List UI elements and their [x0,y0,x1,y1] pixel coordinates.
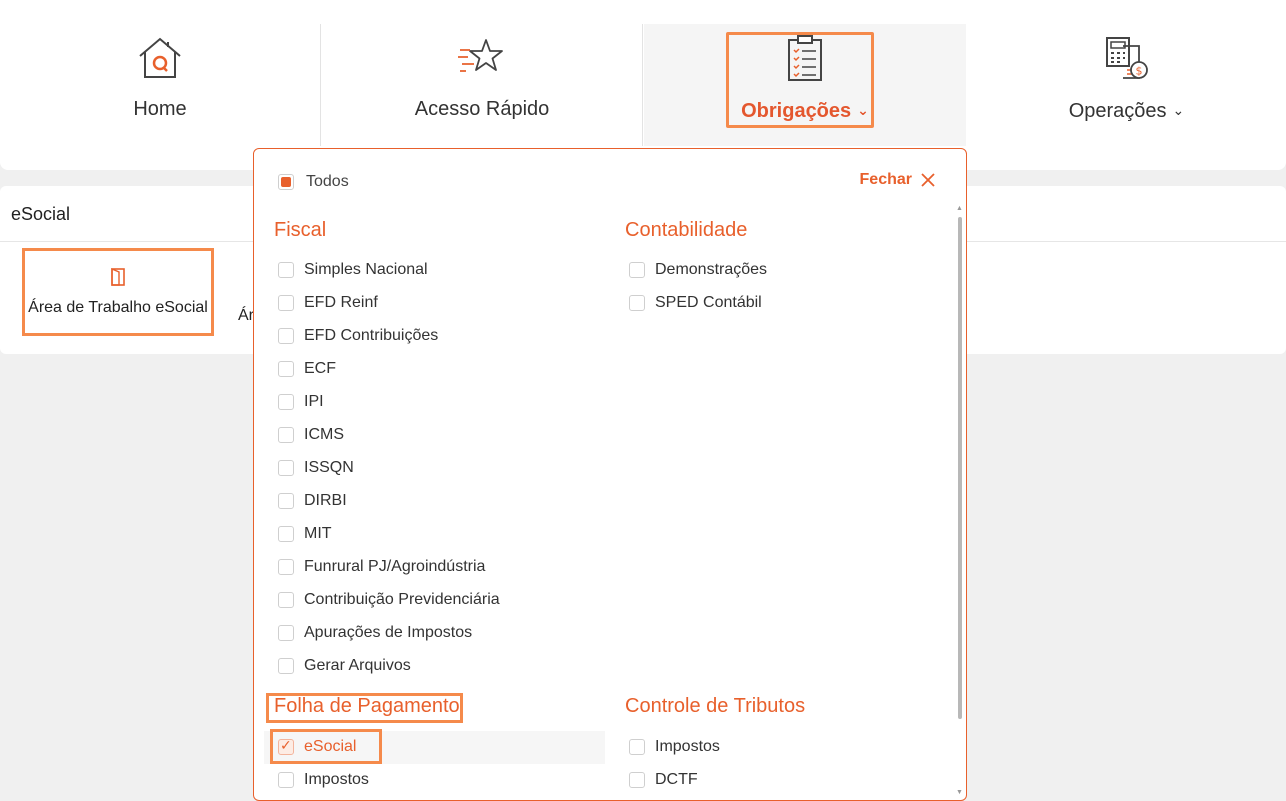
list-item[interactable]: MIT [278,522,332,546]
item-label: DIRBI [304,492,347,509]
item-label: ISSQN [304,459,354,476]
door-icon [111,267,125,286]
scrollbar[interactable]: ▲ ▼ [956,205,963,796]
second-card-label[interactable]: Ár [238,307,254,325]
item-label: Contribuição Previdenciária [304,591,500,608]
list-item[interactable]: DIRBI [278,489,347,513]
section-contabilidade: Contabilidade [625,219,748,241]
list-item[interactable]: Funrural PJ/Agroindústria [278,555,485,579]
nav-operacoes-text: Operações [1068,100,1167,122]
checkbox[interactable] [278,427,294,443]
checkbox[interactable] [278,295,294,311]
home-icon [139,37,181,78]
scroll-up-icon[interactable]: ▲ [956,205,963,212]
checkbox[interactable] [278,658,294,674]
obrigacoes-dropdown: Todos Fechar Fiscal Simples Nacional EFD… [253,148,967,801]
nav-operacoes-label: Operações ⌄ [1069,100,1185,123]
close-label: Fechar [859,171,912,188]
checkbox[interactable] [629,262,645,278]
list-item[interactable]: Impostos [278,768,369,792]
list-item[interactable]: DCTF [629,768,698,792]
checkbox[interactable] [278,361,294,377]
checkbox[interactable] [278,526,294,542]
list-item[interactable]: Gerar Arquivos [278,654,411,678]
item-label: SPED Contábil [655,294,762,311]
item-label: Demonstrações [655,261,768,278]
item-label: Funrural PJ/Agroindústria [304,558,486,575]
item-label: Impostos [304,771,369,788]
nav-acesso-rapido-label: Acesso Rápido [414,98,550,120]
list-item[interactable]: EFD Contribuições [278,324,438,348]
item-label: Gerar Arquivos [304,657,411,674]
todos-label: Todos [306,173,349,190]
checkbox[interactable] [278,559,294,575]
item-label: Simples Nacional [304,261,428,278]
highlight-obrigacoes [726,32,874,128]
checkbox[interactable] [278,625,294,641]
highlight-esocial [270,729,382,764]
list-item[interactable]: Contribuição Previdenciária [278,588,500,612]
section-controle-de-tributos: Controle de Tributos [625,695,806,717]
top-navigation: Home Acesso Rápido Obrigações ⌄ $ Operaç… [0,0,1286,170]
item-label: EFD Reinf [304,294,378,311]
item-label: EFD Contribuições [304,327,439,344]
card-label: Área de Trabalho eSocial [28,299,208,316]
panel-title: eSocial [11,204,71,224]
list-item[interactable]: ECF [278,357,336,381]
scroll-down-icon[interactable]: ▼ [956,789,963,796]
item-label: IPI [304,393,324,410]
item-label: ECF [304,360,336,377]
item-label: Impostos [655,738,720,755]
checkbox[interactable] [278,262,294,278]
nav-acesso-rapido[interactable]: Acesso Rápido [322,24,643,146]
checkbox[interactable] [278,328,294,344]
checkbox[interactable] [278,460,294,476]
checkbox[interactable] [629,772,645,788]
item-label: DCTF [655,771,698,788]
checkbox[interactable] [278,493,294,509]
close-button[interactable]: Fechar [860,171,936,189]
list-item[interactable]: Simples Nacional [278,258,428,282]
item-label: ICMS [304,426,344,443]
list-item[interactable]: ISSQN [278,456,354,480]
checkbox-partial[interactable] [278,174,294,190]
close-icon [921,173,935,187]
checkbox[interactable] [629,739,645,755]
checkbox[interactable] [278,394,294,410]
list-item[interactable]: ICMS [278,423,344,447]
nav-home[interactable]: Home [0,24,321,146]
svg-text:$: $ [1135,65,1142,78]
checkbox[interactable] [278,772,294,788]
list-item[interactable]: EFD Reinf [278,291,378,315]
calculator-money-icon: $ [1105,37,1148,79]
chevron-down-icon: ⌄ [1172,102,1185,118]
scroll-thumb[interactable] [958,217,962,719]
checkbox[interactable] [629,295,645,311]
section-fiscal: Fiscal [274,219,327,241]
list-item[interactable]: Apurações de Impostos [278,621,472,645]
area-trabalho-esocial-card[interactable]: Área de Trabalho eSocial [22,248,214,336]
item-label: MIT [304,525,332,542]
list-item[interactable]: Demonstrações [629,258,767,282]
item-label: Apurações de Impostos [304,624,473,641]
highlight-folha [266,693,463,723]
nav-home-label: Home [133,98,187,120]
star-icon [458,39,503,72]
checkbox[interactable] [278,592,294,608]
nav-operacoes[interactable]: $ Operações ⌄ [967,24,1286,146]
list-item[interactable]: IPI [278,390,324,414]
list-item[interactable]: Impostos [629,735,720,759]
list-item[interactable]: SPED Contábil [629,291,762,315]
todos-checkbox[interactable]: Todos [278,173,349,191]
